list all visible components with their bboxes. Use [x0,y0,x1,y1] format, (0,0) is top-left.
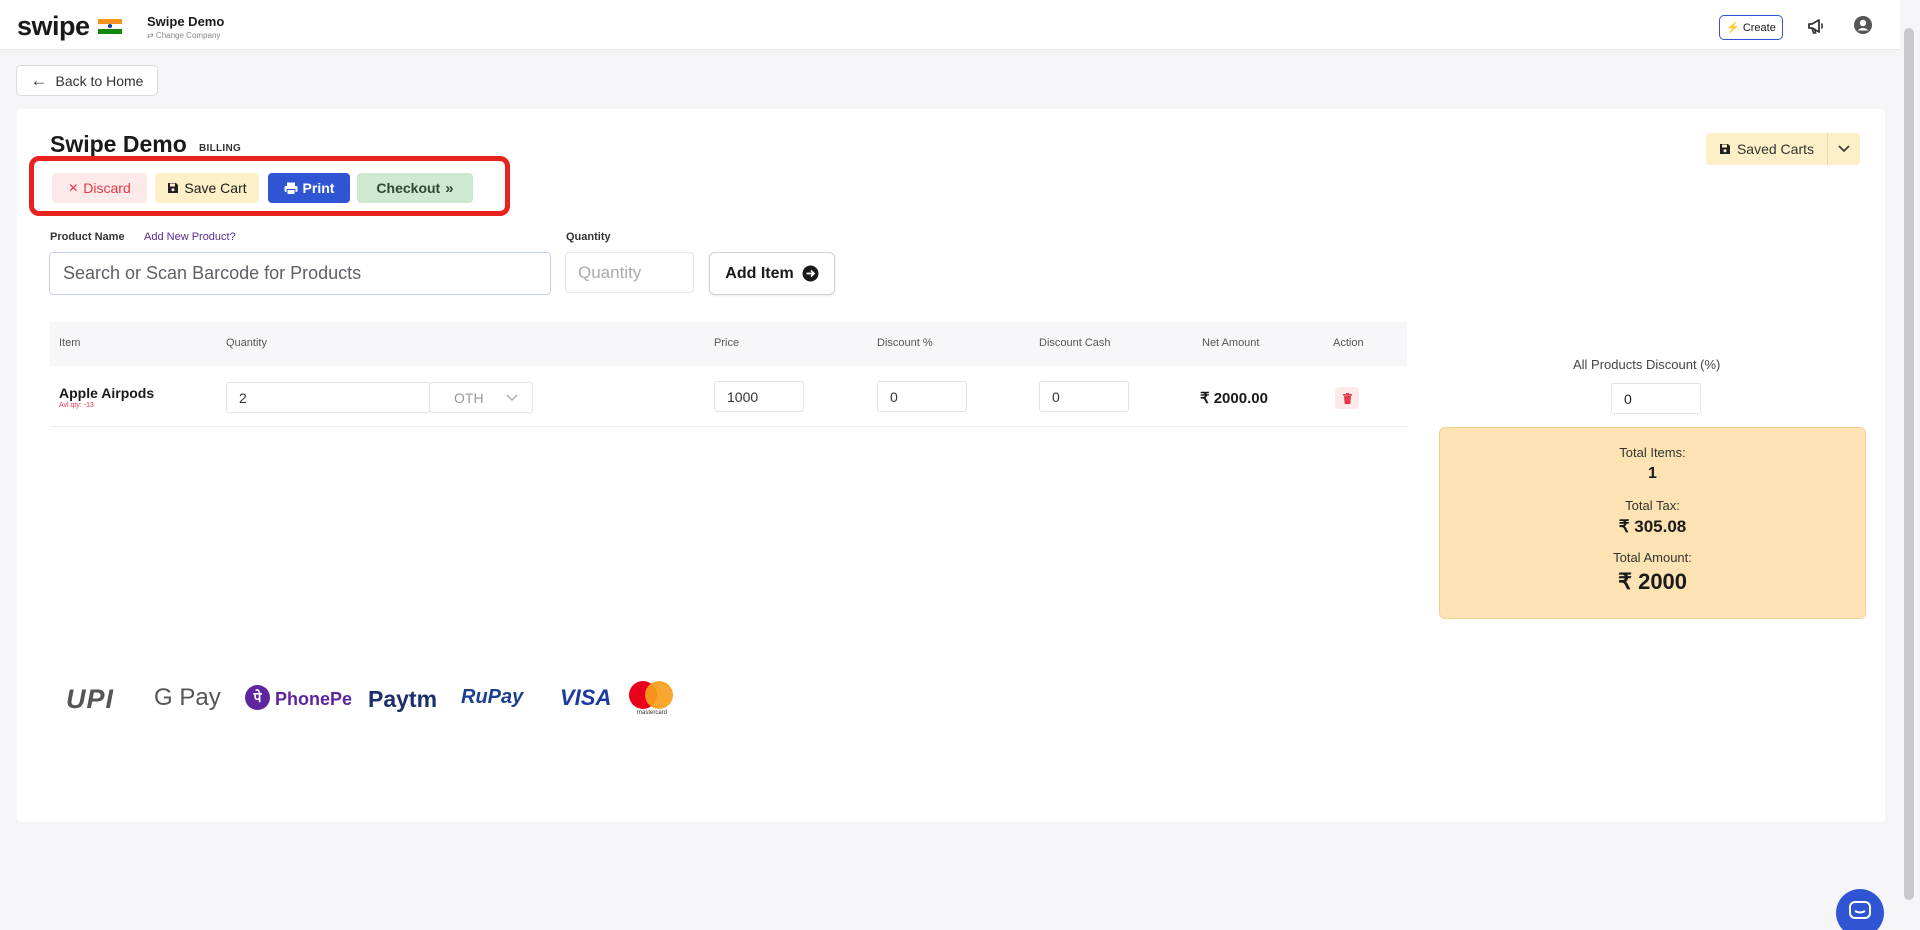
add-item-label: Add Item [725,264,794,282]
google-pay-logo: G Pay [154,684,221,711]
save-cart-button[interactable]: Save Cart [155,173,259,203]
close-icon: ✕ [68,181,79,195]
save-icon [168,183,179,193]
paytm-logo: Paytm [368,686,438,712]
all-products-discount-label: All Products Discount (%) [1573,357,1721,372]
checkout-label: Checkout [376,180,441,196]
discard-button[interactable]: ✕ Discard [52,173,147,203]
logo-text: swipe [17,11,90,41]
saved-carts-dropdown[interactable]: Saved Carts [1706,133,1860,165]
checkout-button[interactable]: Checkout » [357,173,473,203]
rupay-logo: RuPay [461,686,524,708]
page-subtitle: BILLING [199,143,242,154]
company-switcher[interactable]: Swipe Demo ⇄ Change Company [147,14,224,40]
table-header: Item Quantity Price Discount % Discount … [50,322,1407,366]
quantity-input[interactable] [565,252,694,293]
phonepe-icon: पे [245,685,270,710]
bolt-icon: ⚡ [1726,22,1740,34]
discount-cash-input[interactable]: 0 [1039,381,1129,412]
add-item-button[interactable]: Add Item [709,252,835,295]
saved-carts-button[interactable]: Saved Carts [1706,133,1828,165]
print-label: Print [302,180,335,196]
back-to-home-button[interactable]: ← Back to Home [16,65,158,96]
page-title: Swipe Demo [50,131,187,157]
column-header: Discount % [877,337,933,349]
item-name: Apple Airpods [59,385,155,401]
top-bar: swipe Swipe Demo ⇄ Change Company ⚡ Crea… [0,0,1900,50]
company-name: Swipe Demo [147,14,225,29]
delete-button[interactable] [1335,387,1359,409]
chevron-down-icon [506,394,518,401]
mastercard-text: mastercard [636,710,667,716]
row-quantity-input[interactable]: 2 [226,382,430,413]
visa-logo: VISA [560,685,612,710]
upi-logo: UPI [66,684,115,714]
saved-carts-label: Saved Carts [1736,141,1815,157]
order-summary-panel: Total Items: 1 Total Tax: ₹ 305.08 Total… [1439,427,1866,619]
mastercard-logo: mastercard [628,681,676,717]
product-search-input[interactable] [49,252,551,295]
product-name-label: Product Name [50,231,125,243]
total-amount-value: ₹ 2000 [1617,569,1688,594]
user-account-icon[interactable] [1853,15,1873,35]
phonepe-logo: PhonePe [275,689,353,709]
all-products-discount-input[interactable]: 0 [1611,383,1701,414]
india-flag-icon [97,18,122,35]
chat-support-button[interactable] [1836,889,1884,930]
unit-select[interactable]: OTH [429,382,533,413]
total-items-value: 1 [1648,465,1657,482]
total-tax-label: Total Tax: [1625,498,1680,513]
net-amount: ₹ 2000.00 [1200,390,1268,407]
discard-label: Discard [83,180,131,196]
arrow-circle-right-icon [802,265,819,282]
double-chevron-right-icon: » [445,179,454,197]
add-new-product-link[interactable]: Add New Product? [144,231,236,243]
back-label: Back to Home [55,72,144,89]
page-scrollbar[interactable] [1904,28,1914,900]
app-logo[interactable]: swipe [17,11,122,42]
quantity-label: Quantity [566,231,611,243]
column-header: Item [59,337,81,349]
column-header: Discount Cash [1039,337,1111,349]
chat-icon [1849,901,1871,919]
price-input[interactable]: 1000 [714,381,804,412]
trash-icon [1342,392,1352,404]
column-header: Price [714,337,740,349]
chevron-down-icon[interactable] [1828,133,1860,165]
print-button[interactable]: Print [268,173,350,203]
printer-icon [284,182,298,195]
change-company-link[interactable]: ⇄ Change Company [147,31,224,40]
column-header: Net Amount [1202,337,1260,349]
megaphone-icon[interactable] [1806,16,1826,36]
create-button[interactable]: ⚡ Create [1719,15,1783,40]
total-items-label: Total Items: [1619,445,1686,460]
total-tax-value: ₹ 305.08 [1618,517,1687,536]
column-header: Quantity [226,337,267,349]
column-header: Action [1333,337,1364,349]
total-amount-label: Total Amount: [1613,550,1692,565]
discount-percent-input[interactable]: 0 [877,381,967,412]
unit-value: OTH [454,389,484,406]
arrow-left-icon: ← [30,70,48,90]
available-quantity: Avl qty: -13 [59,402,94,409]
create-label: Create [1742,21,1776,34]
save-cart-label: Save Cart [184,180,247,196]
save-icon [1719,144,1730,154]
